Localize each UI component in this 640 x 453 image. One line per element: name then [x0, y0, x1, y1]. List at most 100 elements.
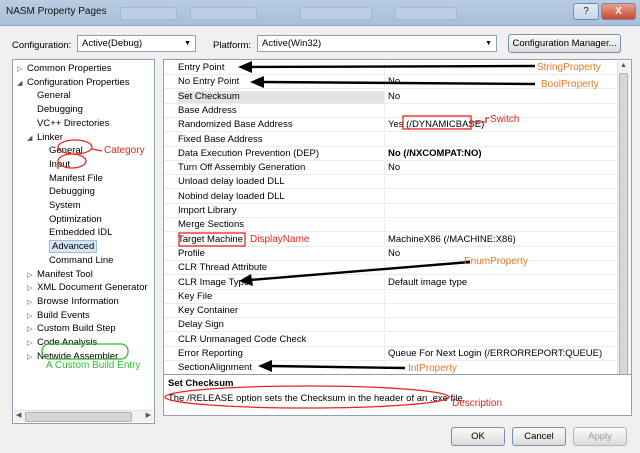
property-row[interactable]: Delay Sign [164, 318, 618, 333]
configuration-select[interactable]: Active(Debug) ▼ [77, 35, 196, 52]
tree-item-label: Code Analysis [37, 337, 98, 348]
collapse-icon[interactable]: ◢ [17, 77, 27, 90]
expand-icon[interactable]: ▷ [27, 282, 37, 295]
tree-item[interactable]: ▷ Code Analysis [27, 336, 97, 349]
help-icon: ? [583, 6, 589, 17]
expand-icon[interactable]: ▷ [27, 310, 37, 323]
expand-icon[interactable]: ▷ [27, 337, 37, 350]
configuration-value: Active(Debug) [82, 38, 143, 49]
property-value[interactable]: Yes (/DYNAMICBASE) [388, 119, 484, 131]
tree-item-label: General [37, 90, 71, 102]
property-value[interactable]: MachineX86 (/MACHINE:X86) [388, 234, 516, 246]
property-row[interactable]: Set Checksum No [164, 90, 618, 104]
property-grid[interactable]: ▲ ▼ Entry PointNo Entry PointNoSet Check… [163, 59, 632, 402]
dropdown-arrow-icon: ▼ [184, 40, 191, 47]
expand-icon[interactable]: ▷ [27, 323, 37, 336]
tree-item[interactable]: Embedded IDL [39, 226, 112, 239]
property-row[interactable]: Nobind delay loaded DLL [164, 190, 618, 204]
collapse-icon[interactable]: ◢ [27, 132, 37, 145]
property-value[interactable]: No [388, 248, 400, 260]
property-value[interactable]: No [388, 91, 400, 103]
tree-item[interactable]: ▷ Build Events [27, 309, 90, 322]
tree-item[interactable]: System [39, 199, 81, 212]
property-row[interactable]: Error Reporting Queue For Next Login (/ER… [164, 347, 618, 361]
cancel-button[interactable]: Cancel [512, 427, 566, 446]
property-name: Key Container [178, 305, 385, 318]
tree-item[interactable]: ▷ Browse Information [27, 295, 119, 308]
scroll-up-icon[interactable]: ▲ [620, 62, 627, 69]
annotation-int-property: IntProperty [408, 363, 457, 374]
close-button[interactable]: X [601, 3, 636, 20]
tree-item[interactable]: General [39, 144, 83, 157]
tree-item[interactable]: ▷ XML Document Generator [27, 281, 148, 294]
tree-item[interactable]: Optimization [39, 213, 102, 226]
scroll-thumb[interactable] [25, 412, 132, 422]
tree-item[interactable]: Command Line [39, 254, 113, 267]
tree-item-label: Linker [37, 131, 63, 143]
property-row[interactable]: Turn Off Assembly Generation No [164, 161, 618, 176]
tree-item[interactable]: Input [39, 158, 70, 171]
annotation-display-name: DisplayName [250, 234, 310, 245]
property-row[interactable]: Import Library [164, 204, 618, 218]
tree-item[interactable]: General [27, 89, 71, 102]
property-row[interactable]: CLR Thread Attribute [164, 261, 618, 276]
annotation-category: Category [104, 145, 145, 156]
tree-item[interactable]: ▷ Common Properties [17, 62, 111, 75]
property-row[interactable]: CLR Unmanaged Code Check [164, 333, 618, 347]
property-name: Data Execution Prevention (DEP) [178, 147, 385, 160]
background-tab [120, 7, 177, 20]
property-row[interactable]: Base Address [164, 104, 618, 118]
property-row[interactable]: Key File [164, 290, 618, 304]
tree-item-label: Embedded IDL [49, 227, 113, 239]
expand-icon[interactable]: ▷ [27, 269, 37, 282]
grid-vertical-scrollbar[interactable]: ▲ ▼ [617, 61, 630, 400]
property-row[interactable]: Randomized Base Address Yes (/DYNAMICBASE… [164, 118, 618, 133]
property-value[interactable]: Default image type [388, 277, 467, 289]
tree-item[interactable]: Debugging [27, 103, 83, 116]
property-name: Entry Point [178, 62, 385, 74]
tree-item[interactable]: ▷ Manifest Tool [27, 268, 93, 281]
tree-item[interactable]: ◢ Linker [27, 131, 63, 144]
help-button[interactable]: ? [573, 3, 599, 20]
scroll-right-icon[interactable]: ▶ [146, 411, 151, 419]
property-row[interactable]: Unload delay loaded DLL [164, 175, 618, 190]
property-row[interactable]: CLR Image Type Default image type [164, 276, 618, 290]
property-value[interactable]: No [388, 162, 400, 174]
property-row[interactable]: Data Execution Prevention (DEP) No (/NXCO… [164, 147, 618, 161]
tree-item-label: Input [49, 158, 71, 170]
annotation-string-property: StringProperty [537, 62, 601, 73]
annotation-description: Description [452, 398, 503, 409]
tree-item[interactable]: Advanced [39, 240, 98, 254]
property-value[interactable]: No (/NXCOMPAT:NO) [388, 148, 482, 160]
tree-item[interactable]: ▷ Custom Build Step [27, 322, 116, 335]
scroll-left-icon[interactable]: ◀ [16, 411, 21, 419]
property-name: Nobind delay loaded DLL [178, 190, 385, 203]
property-row[interactable]: Profile No [164, 247, 618, 261]
apply-button[interactable]: Apply [573, 427, 627, 446]
tree-item-label: Common Properties [27, 63, 112, 74]
annotation-switch: Switch [490, 114, 520, 125]
expand-icon[interactable]: ▷ [27, 296, 37, 309]
tree-horizontal-scrollbar[interactable]: ◀ ▶ [14, 410, 153, 422]
property-value[interactable]: Queue For Next Login (/ERRORREPORT:QUEUE… [388, 348, 602, 360]
expand-icon[interactable]: ▷ [17, 63, 27, 76]
expand-icon[interactable]: ▷ [27, 351, 37, 364]
platform-select[interactable]: Active(Win32) ▼ [257, 35, 497, 52]
tree-item[interactable]: VC++ Directories [27, 117, 109, 130]
property-row[interactable]: Merge Sections [164, 218, 618, 233]
tree-item[interactable]: ◢ Configuration Properties [17, 76, 129, 89]
platform-label: Platform: [213, 40, 252, 51]
property-row[interactable]: Key Container [164, 304, 618, 319]
property-name: Base Address [178, 104, 385, 117]
tree-item-label: VC++ Directories [37, 117, 110, 129]
annotation-bool-property: BoolProperty [541, 79, 599, 90]
property-row[interactable]: Target Machine MachineX86 (/MACHINE:X86) [164, 233, 618, 247]
annotation-enum-property: EnumProperty [464, 256, 528, 267]
tree-item[interactable]: Debugging [39, 185, 95, 198]
tree-item[interactable]: Manifest File [39, 172, 103, 185]
configuration-manager-button[interactable]: Configuration Manager... [508, 34, 621, 53]
property-value[interactable]: No [388, 76, 400, 88]
property-row[interactable]: Fixed Base Address [164, 133, 618, 147]
ok-button[interactable]: OK [451, 427, 505, 446]
scroll-thumb[interactable] [619, 73, 628, 389]
